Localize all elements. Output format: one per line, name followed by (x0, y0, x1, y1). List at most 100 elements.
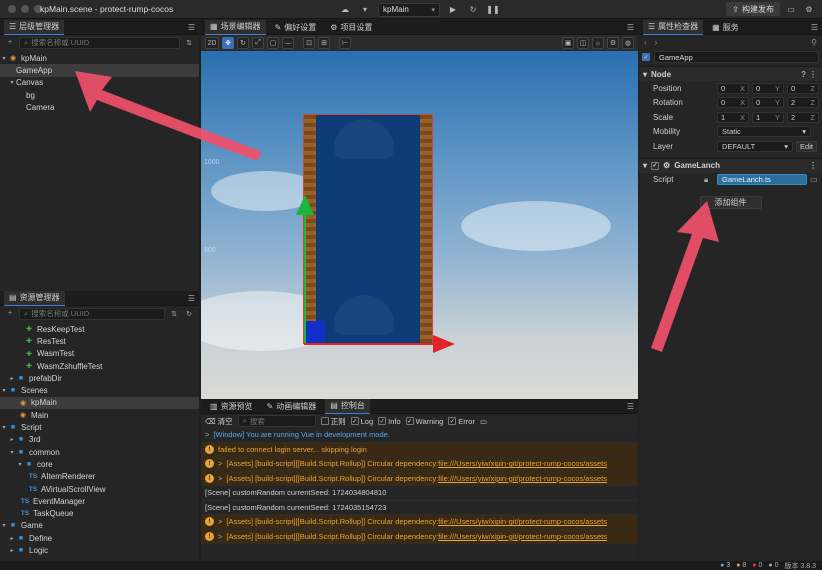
add-component-button[interactable]: 添加组件 (699, 196, 762, 209)
chevron-right-icon[interactable]: ▸ (8, 375, 16, 382)
regex-checkbox[interactable]: 正则 (320, 416, 346, 427)
menu-icon[interactable]: ☰ (627, 23, 634, 32)
rotation-y-input[interactable]: 0Y (752, 97, 784, 109)
chevron-right-icon[interactable]: > (218, 517, 222, 526)
publish-button[interactable]: ⇪ 构建发布 (726, 2, 780, 16)
y-axis-arrow-handle[interactable] (296, 195, 314, 215)
rect-tool-icon[interactable]: ▢ (267, 37, 279, 49)
refresh-icon[interactable]: ↻ (466, 3, 480, 17)
asset-folder[interactable]: ▾ ■ Script (0, 421, 199, 433)
chevron-down-icon[interactable]: ▾ (16, 461, 24, 468)
tree-node-gameapp[interactable]: GameApp (0, 64, 199, 77)
collapse-icon[interactable]: ⇅ (183, 37, 195, 49)
hierarchy-tab[interactable]: ☰ 层级管理器 (4, 19, 65, 35)
gizmo-icon[interactable]: ▣ (562, 37, 574, 49)
local-icon[interactable]: ⊞ (318, 37, 330, 49)
asset-item[interactable]: ✚ ResTest (0, 335, 199, 347)
hierarchy-search-input[interactable]: ⌕ 搜索名称或 UUID (19, 36, 180, 49)
menu-icon[interactable]: ☰ (811, 23, 818, 32)
settings-icon[interactable]: ⚙ (802, 2, 816, 16)
tab-asset-preview[interactable]: ▥ 资源预览 (205, 399, 258, 414)
add-icon[interactable]: + (4, 308, 16, 320)
asset-locate-icon[interactable]: ▭ (810, 175, 818, 184)
chevron-right-icon[interactable]: ▸ (8, 547, 16, 554)
asset-folder[interactable]: ▾ ■ Game (0, 520, 199, 532)
layer-select[interactable]: DEFAULT ▾ (717, 140, 793, 152)
gizmo-origin-handle[interactable] (304, 321, 325, 343)
position-z-input[interactable]: 0Z (787, 82, 819, 94)
scene-viewport[interactable]: 1000 500 (201, 51, 638, 399)
pivot-icon[interactable]: ⊡ (303, 37, 315, 49)
sort-icon[interactable]: ⇅ (168, 308, 180, 320)
chevron-down-icon[interactable]: ▾ (0, 424, 8, 431)
asset-folder[interactable]: ▸ ■ Define (0, 532, 199, 544)
chevron-right-icon[interactable]: > (218, 459, 222, 468)
log-row[interactable]: [Scene] customRandom currentSeed: 172403… (201, 486, 638, 501)
asset-item[interactable]: ◉ Main (0, 409, 199, 421)
node-section-header[interactable]: ▾ Node ? ⋮ (639, 66, 822, 81)
node-active-checkbox[interactable]: ✓ (642, 53, 650, 61)
assets-search-input[interactable]: ⌕ 搜索名称或 UUID (19, 307, 165, 320)
more-icon[interactable]: ⋮ (809, 70, 817, 79)
light-icon[interactable]: ☼ (592, 37, 604, 49)
x-axis-arrow-handle[interactable] (433, 335, 455, 353)
help-icon[interactable]: ? (801, 70, 806, 79)
chevron-down-icon[interactable]: ▾ (643, 70, 647, 79)
asset-item[interactable]: ✚ WasmTest (0, 348, 199, 360)
chevron-right-icon[interactable]: ▸ (8, 535, 16, 542)
menu-icon[interactable]: ☰ (188, 23, 195, 32)
log-row[interactable]: > [Window] You are running Vue in develop… (201, 428, 638, 443)
tree-node-canvas[interactable]: ▾ Canvas (0, 77, 199, 89)
menu-icon[interactable]: ☰ (627, 402, 634, 411)
chevron-down-icon[interactable]: ▾ (0, 55, 8, 62)
log-row[interactable]: ! > [Assets] [build-script][[Build.Script.… (201, 471, 638, 486)
transform-tool-icon[interactable]: ⌴ (282, 37, 294, 49)
check-icon[interactable]: ✓ (651, 161, 660, 170)
info-count[interactable]: ● 3 (720, 562, 730, 569)
tree-node-bg[interactable]: bg (0, 89, 199, 101)
chevron-right-icon[interactable]: ▸ (8, 436, 16, 443)
platform-icon[interactable]: ☁ (338, 3, 352, 17)
clear-button[interactable]: ⌫ 清空 (205, 416, 233, 427)
menu-icon[interactable]: ☰ (188, 294, 195, 303)
warning-count[interactable]: ● 8 (736, 562, 746, 569)
snap-icon[interactable]: ⊢ (339, 37, 351, 49)
scale-y-input[interactable]: 1Y (752, 111, 784, 123)
asset-item[interactable]: ✚ WasmZshuffleTest (0, 360, 199, 372)
asset-folder[interactable]: ▾ ■ common (0, 446, 199, 458)
tab-animation-editor[interactable]: ✎ 动画编辑器 (262, 399, 322, 414)
sphere-icon[interactable]: ◍ (622, 37, 634, 49)
log-link[interactable]: file:///Users/yiw/xipin-git/protect-rump… (438, 517, 607, 526)
position-y-input[interactable]: 0Y (752, 82, 784, 94)
tab-project-settings[interactable]: ⚙ 项目设置 (325, 20, 377, 35)
asset-item[interactable]: TS AVirtualScrollView (0, 483, 199, 495)
log-row[interactable]: ! > [Assets] [build-script][[Build.Script.… (201, 529, 638, 544)
tab-console[interactable]: ▤ 控制台 (325, 399, 370, 414)
log-link[interactable]: file:///Users/yiw/xipin-git/protect-rump… (438, 459, 607, 468)
pin-icon[interactable]: ⚲ (811, 38, 817, 47)
rotation-z-input[interactable]: 2Z (787, 97, 819, 109)
assets-tab[interactable]: ▤ 资源管理器 (4, 290, 65, 306)
move-tool-icon[interactable]: ✥ (222, 37, 234, 49)
scale-tool-icon[interactable]: ⤢ (252, 37, 264, 49)
log-link[interactable]: file:///Users/yiw/xipin-git/protect-rump… (438, 532, 607, 541)
error-count[interactable]: ● 0 (752, 562, 762, 569)
forward-arrow-icon[interactable]: › (655, 38, 658, 47)
asset-item[interactable]: ◉ kpMain (0, 396, 199, 410)
log-row[interactable]: [Scene] customRandom currentSeed: 172403… (201, 501, 638, 515)
copy-button[interactable]: ▭ (480, 417, 487, 426)
script-asset-field[interactable]: GameLanch.ts (717, 174, 807, 186)
back-arrow-icon[interactable]: ‹ (644, 38, 647, 47)
chevron-down-icon[interactable]: ▾ (358, 3, 372, 17)
close-window-button[interactable] (8, 5, 16, 13)
tab-inspector[interactable]: ☰ 属性检查器 (643, 19, 704, 35)
rotate-tool-icon[interactable]: ↻ (237, 37, 249, 49)
tree-node-kpmain[interactable]: ▾ ◉ kpMain (0, 52, 199, 64)
console-search-input[interactable]: ⌕ 搜索 (237, 415, 316, 427)
tab-services[interactable]: ▦ 服务 (707, 20, 744, 35)
asset-item[interactable]: TS AItemRenderer (0, 471, 199, 483)
asset-item[interactable]: TS TaskQueue (0, 507, 199, 519)
folder-icon[interactable]: ▭ (784, 2, 798, 16)
position-x-input[interactable]: 0X (717, 82, 749, 94)
more-icon[interactable]: ⋮ (809, 161, 817, 170)
